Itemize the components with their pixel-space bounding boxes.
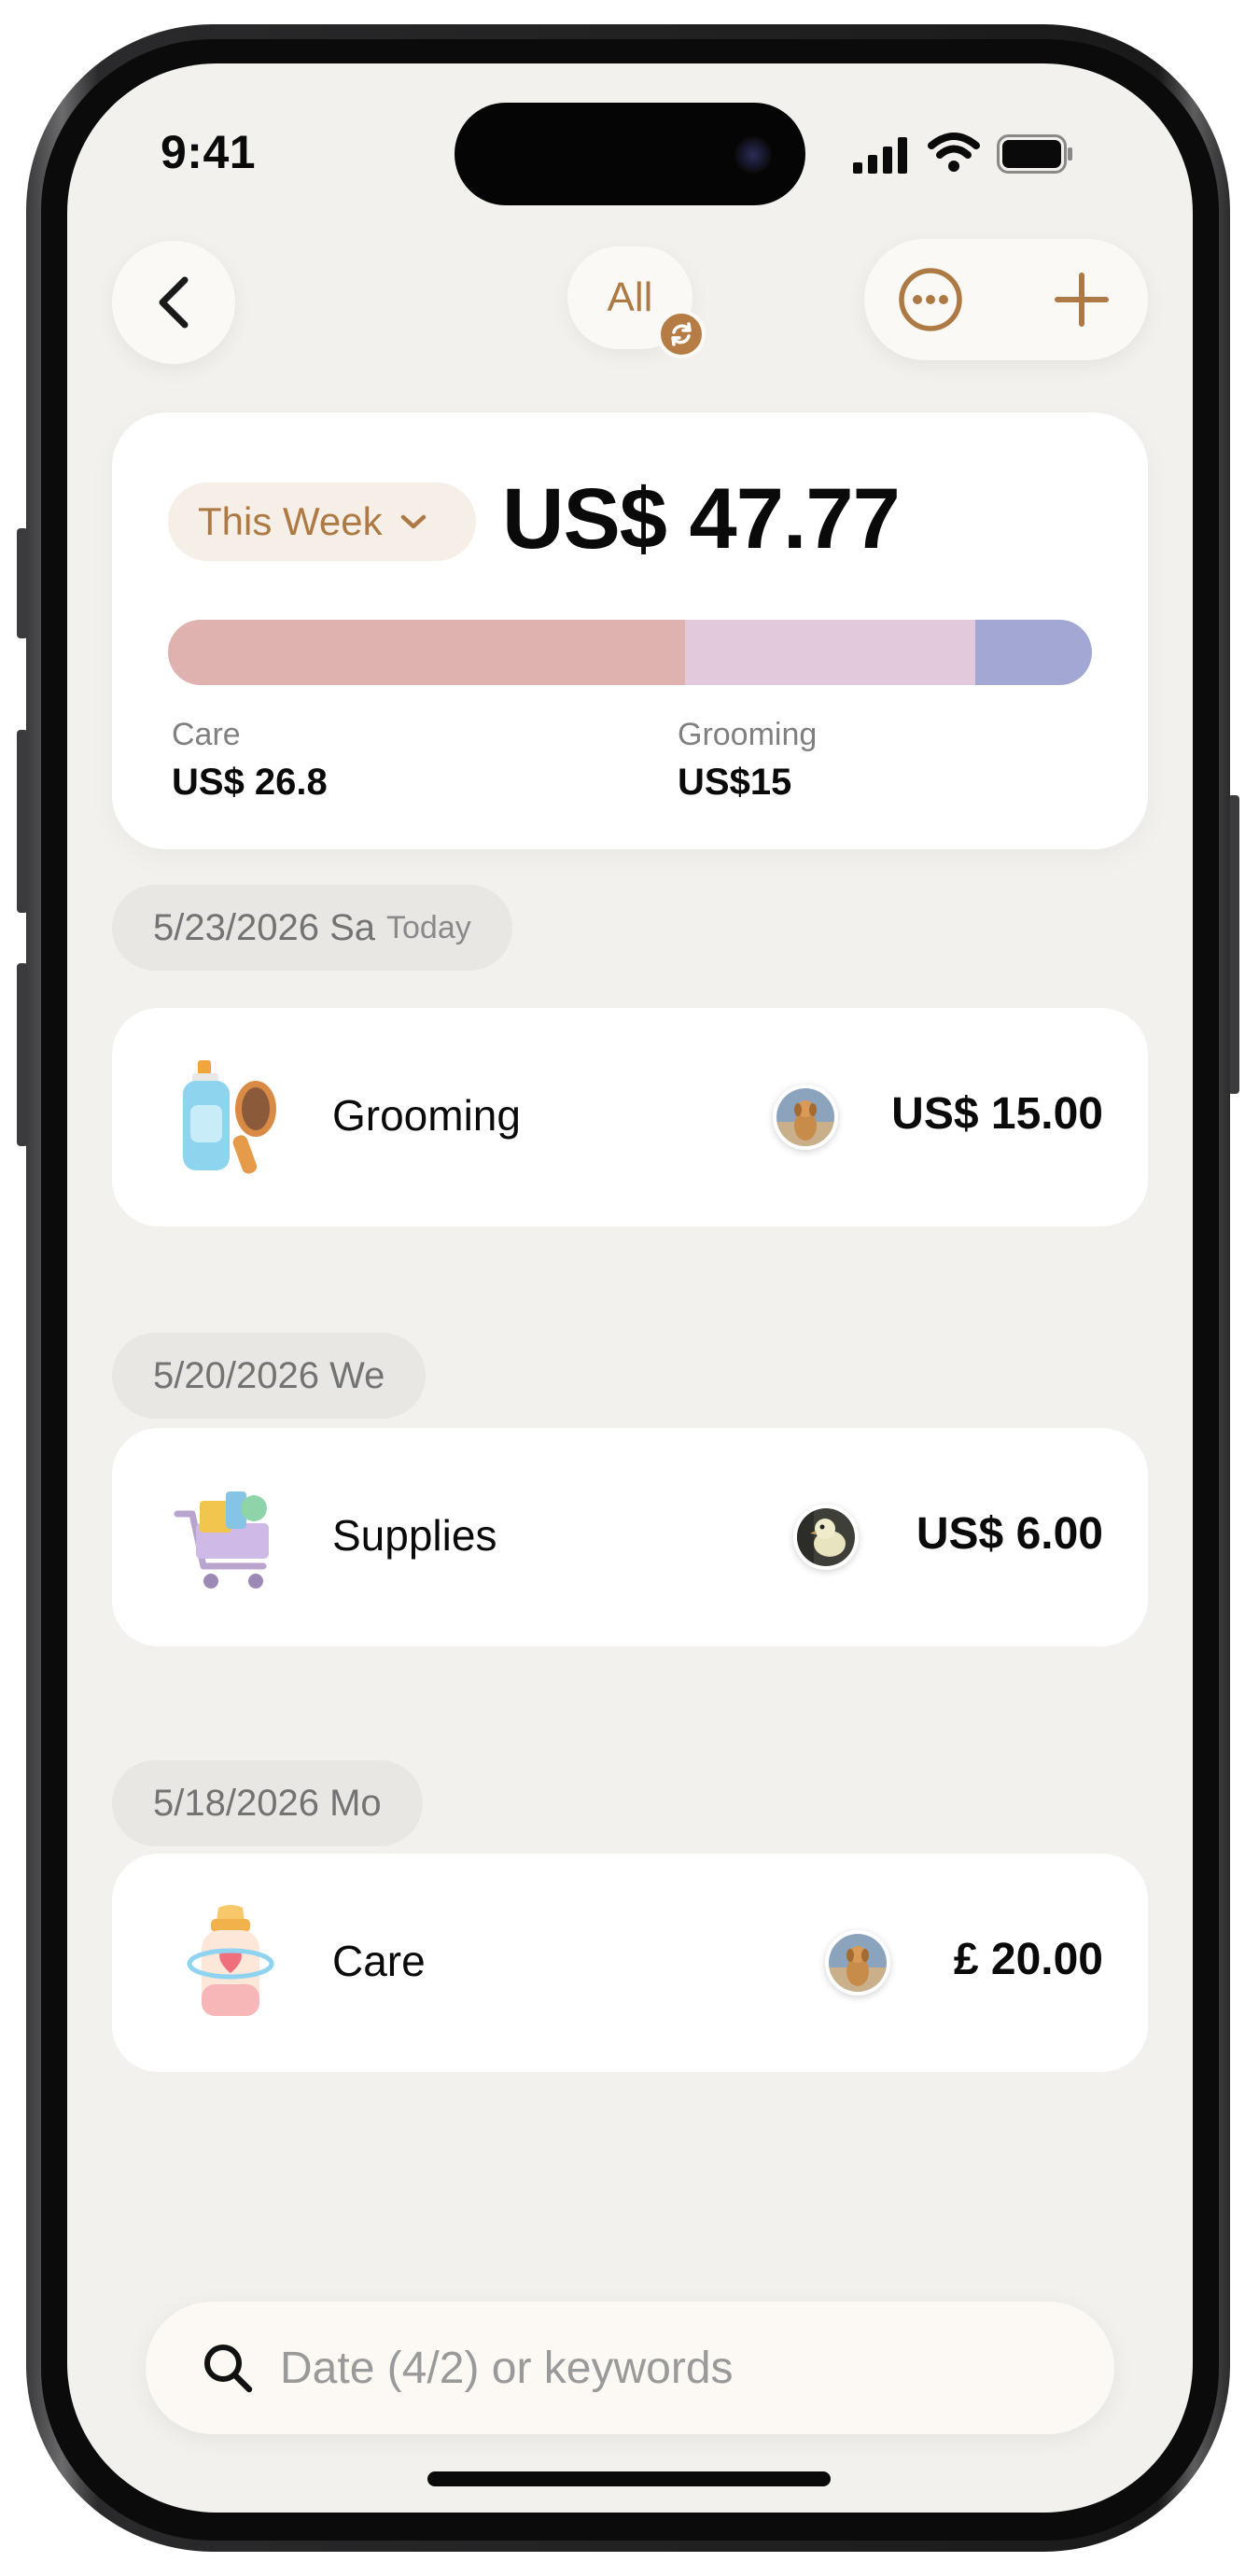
expense-row-grooming[interactable]: Grooming US$ 15.00 [112, 1008, 1148, 1226]
dog-photo [829, 1934, 887, 1992]
add-button[interactable] [1042, 259, 1122, 340]
date-header: 5/20/2026 We [112, 1333, 427, 1419]
today-label: Today [386, 909, 471, 945]
more-button[interactable] [890, 259, 971, 340]
expense-row-supplies[interactable]: Supplies US$ 6.00 [112, 1428, 1148, 1646]
sync-button[interactable] [657, 310, 706, 358]
front-camera [734, 136, 772, 174]
breakdown-segment-grooming [685, 620, 976, 685]
header-actions [864, 239, 1148, 360]
date-header: 5/23/2026 Sa Today [112, 885, 512, 971]
period-selector[interactable]: This Week [168, 483, 476, 561]
date-header: 5/18/2026 Mo [112, 1760, 423, 1846]
date-label: 5/18/2026 Mo [153, 1782, 382, 1824]
chevron-left-icon [159, 276, 189, 329]
expense-amount: US$ 15.00 [891, 1089, 1103, 1139]
wifi-icon [928, 133, 980, 172]
ellipsis-circle-icon [899, 268, 962, 331]
search-bar[interactable] [146, 2302, 1114, 2434]
filter-label: All [607, 274, 653, 320]
bird-avatar [793, 1505, 859, 1570]
shopping-cart-icon [174, 1491, 269, 1589]
date-label: 5/20/2026 We [153, 1354, 385, 1396]
expense-amount: US$ 6.00 [916, 1509, 1103, 1559]
device-stage: 9:41 All This Week US$ 47.77 Care US$ 26… [0, 0, 1259, 2576]
total-amount: US$ 47.77 [502, 471, 901, 567]
date-label: 5/23/2026 Sa [153, 906, 375, 948]
dynamic-island [455, 103, 805, 205]
search-icon [204, 2345, 253, 2393]
breakdown-value-grooming: US$15 [678, 762, 792, 803]
breakdown-label-care: Care [172, 717, 241, 752]
breakdown-label-grooming: Grooming [678, 717, 818, 752]
expense-row-care[interactable]: Care £ 20.00 [112, 1854, 1148, 2072]
expense-category: Supplies [332, 1511, 497, 1560]
baby-bottle-icon [187, 1905, 274, 2016]
home-indicator[interactable] [427, 2471, 831, 2486]
expense-amount: £ 20.00 [953, 1935, 1103, 1984]
breakdown-segment-other [975, 620, 1092, 685]
summary-card: This Week US$ 47.77 Care US$ 26.8 Groomi… [112, 413, 1148, 849]
cellular-signal-icon [853, 137, 907, 174]
grooming-kit-icon [183, 1060, 276, 1174]
category-breakdown-bar [168, 620, 1092, 685]
sync-icon [671, 322, 692, 346]
search-input[interactable] [280, 2342, 1101, 2394]
back-button[interactable] [112, 241, 235, 364]
breakdown-value-care: US$ 26.8 [172, 762, 328, 803]
status-time: 9:41 [161, 126, 257, 178]
battery-icon [997, 134, 1072, 174]
bird-photo [797, 1508, 855, 1566]
dog-avatar [825, 1930, 890, 1995]
period-label: This Week [198, 499, 383, 543]
chevron-down-icon [400, 514, 426, 529]
plus-icon [1055, 273, 1109, 327]
dog-photo [776, 1088, 834, 1146]
expense-category: Grooming [332, 1091, 521, 1140]
expense-category: Care [332, 1937, 426, 1985]
breakdown-segment-care [168, 620, 686, 685]
dog-avatar [773, 1085, 838, 1150]
